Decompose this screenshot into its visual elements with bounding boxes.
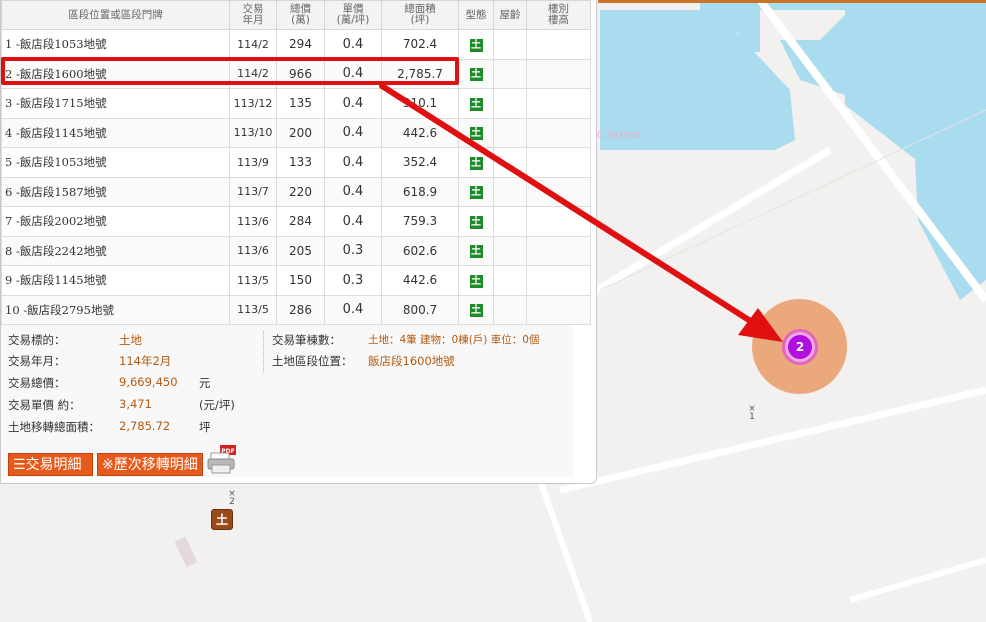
annotation-arrow [379,83,783,342]
